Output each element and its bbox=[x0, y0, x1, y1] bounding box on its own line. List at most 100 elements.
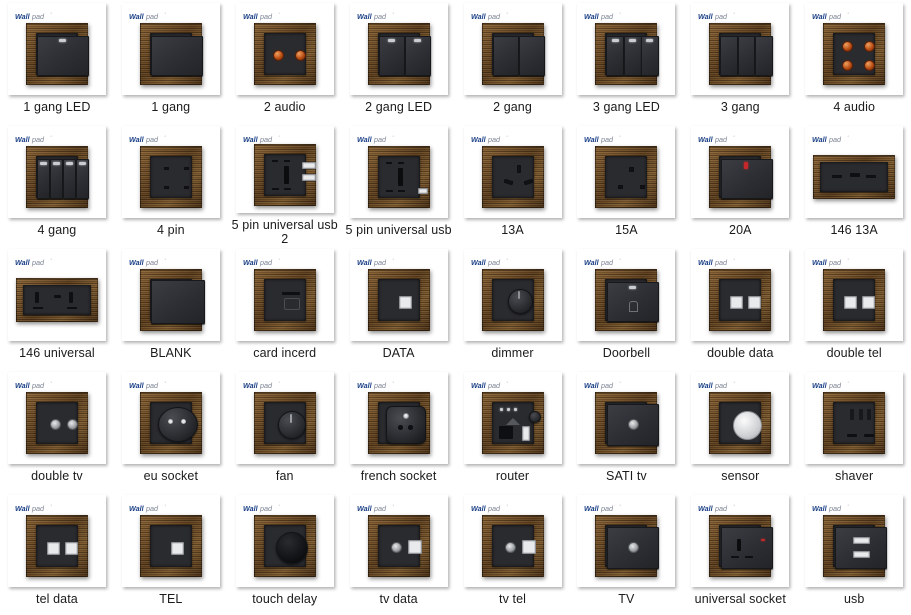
rj-jack[interactable] bbox=[748, 296, 762, 309]
product-cell[interactable]: Wall pad ° 2 audio bbox=[228, 0, 342, 123]
speaker-binding-post[interactable] bbox=[294, 50, 306, 61]
rocker-switch[interactable] bbox=[737, 36, 756, 76]
rj-jack[interactable] bbox=[862, 296, 876, 309]
product-thumbnail-card[interactable]: Wall pad ° bbox=[349, 372, 448, 464]
product-cell[interactable]: Wall pad ° card incerd bbox=[228, 246, 342, 369]
product-cell[interactable]: Wall pad ° DATA bbox=[342, 246, 456, 369]
product-cell[interactable]: Wall pad ° 5 pin universal usb 2 bbox=[228, 123, 342, 246]
rj-jack[interactable] bbox=[844, 296, 858, 309]
rocker-switch[interactable] bbox=[606, 36, 625, 76]
rocker-switch[interactable] bbox=[623, 36, 642, 76]
product-thumbnail-card[interactable]: Wall pad ° bbox=[349, 249, 448, 341]
rocker-switch[interactable] bbox=[36, 159, 51, 199]
speaker-binding-post[interactable] bbox=[842, 41, 854, 52]
rocker-switch[interactable] bbox=[492, 36, 519, 76]
product-thumbnail-card[interactable]: Wall pad ° bbox=[805, 495, 904, 587]
product-thumbnail-card[interactable]: Wall pad ° bbox=[463, 126, 562, 218]
product-cell[interactable]: Wall pad ° 1 gang bbox=[114, 0, 228, 123]
product-thumbnail-card[interactable]: Wall pad ° bbox=[805, 126, 904, 218]
product-cell[interactable]: Wall pad ° 3 gang LED bbox=[569, 0, 683, 123]
product-cell[interactable]: Wall pad ° SATI tv bbox=[569, 369, 683, 492]
product-cell[interactable]: Wall pad ° fan bbox=[228, 369, 342, 492]
product-thumbnail-card[interactable]: Wall pad ° bbox=[691, 372, 790, 464]
product-cell[interactable]: Wall pad ° TV bbox=[569, 492, 683, 615]
product-thumbnail-card[interactable]: Wall pad ° bbox=[691, 3, 790, 95]
speaker-binding-post[interactable] bbox=[272, 50, 284, 61]
rocker-switch[interactable] bbox=[150, 36, 204, 76]
rj-jack[interactable] bbox=[170, 542, 184, 555]
product-cell[interactable]: Wall pad ° 4 pin bbox=[114, 123, 228, 246]
product-thumbnail-card[interactable]: Wall pad ° bbox=[577, 3, 676, 95]
speaker-binding-post[interactable] bbox=[842, 60, 854, 71]
product-thumbnail-card[interactable]: Wall pad ° bbox=[7, 372, 106, 464]
product-thumbnail-card[interactable]: Wall pad ° bbox=[121, 495, 220, 587]
product-thumbnail-card[interactable]: Wall pad ° bbox=[463, 249, 562, 341]
product-thumbnail-card[interactable]: Wall pad ° bbox=[463, 372, 562, 464]
product-cell[interactable]: Wall pad ° 15A bbox=[569, 123, 683, 246]
product-cell[interactable]: Wall pad ° 5 pin universal usb bbox=[342, 123, 456, 246]
product-thumbnail-card[interactable]: Wall pad ° bbox=[577, 126, 676, 218]
product-thumbnail-card[interactable]: Wall pad ° bbox=[235, 372, 334, 464]
product-cell[interactable]: Wall pad ° 20A bbox=[683, 123, 797, 246]
product-cell[interactable]: Wall pad ° tv data bbox=[342, 492, 456, 615]
product-cell[interactable]: Wall pad ° 4 gang bbox=[0, 123, 114, 246]
rocker-switch[interactable] bbox=[720, 36, 739, 76]
product-cell[interactable]: Wall pad ° double data bbox=[683, 246, 797, 369]
rocker-switch[interactable] bbox=[404, 36, 432, 76]
product-cell[interactable]: Wall pad ° touch delay bbox=[228, 492, 342, 615]
product-cell[interactable]: Wall pad ° universal socket bbox=[683, 492, 797, 615]
product-thumbnail-card[interactable]: Wall pad ° bbox=[805, 372, 904, 464]
product-cell[interactable]: Wall pad ° sensor bbox=[683, 369, 797, 492]
product-thumbnail-card[interactable]: Wall pad ° bbox=[7, 495, 106, 587]
product-cell[interactable]: Wall pad ° shaver bbox=[797, 369, 911, 492]
product-cell[interactable]: Wall pad ° usb bbox=[797, 492, 911, 615]
product-cell[interactable]: Wall pad ° eu socket bbox=[114, 369, 228, 492]
product-thumbnail-card[interactable]: Wall pad ° bbox=[7, 249, 106, 341]
product-thumbnail-card[interactable]: Wall pad ° bbox=[235, 126, 334, 213]
rocker-switch[interactable] bbox=[62, 159, 77, 199]
product-thumbnail-card[interactable]: Wall pad ° bbox=[349, 126, 448, 218]
product-thumbnail-card[interactable]: Wall pad ° bbox=[349, 3, 448, 95]
speaker-binding-post[interactable] bbox=[864, 60, 876, 71]
product-thumbnail-card[interactable]: Wall pad ° bbox=[235, 495, 334, 587]
product-cell[interactable]: Wall pad ° 146 13A bbox=[797, 123, 911, 246]
product-thumbnail-card[interactable]: Wall pad ° bbox=[235, 249, 334, 341]
rj-jack[interactable] bbox=[730, 296, 744, 309]
rj-jack[interactable] bbox=[398, 296, 412, 309]
product-thumbnail-card[interactable]: Wall pad ° bbox=[121, 249, 220, 341]
product-thumbnail-card[interactable]: Wall pad ° bbox=[691, 249, 790, 341]
product-cell[interactable]: Wall pad ° 146 universal bbox=[0, 246, 114, 369]
product-cell[interactable]: Wall pad ° BLANK bbox=[114, 246, 228, 369]
product-thumbnail-card[interactable]: Wall pad ° bbox=[121, 3, 220, 95]
product-thumbnail-card[interactable]: Wall pad ° bbox=[463, 495, 562, 587]
product-thumbnail-card[interactable]: Wall pad ° bbox=[7, 3, 106, 95]
product-cell[interactable]: Wall pad ° 2 gang LED bbox=[342, 0, 456, 123]
product-cell[interactable]: Wall pad ° 13A bbox=[456, 123, 570, 246]
product-cell[interactable]: Wall pad ° 4 audio bbox=[797, 0, 911, 123]
product-thumbnail-card[interactable]: Wall pad ° bbox=[805, 249, 904, 341]
product-cell[interactable]: Wall pad ° 2 gang bbox=[456, 0, 570, 123]
product-thumbnail-card[interactable]: Wall pad ° bbox=[121, 126, 220, 218]
product-cell[interactable]: Wall pad ° french socket bbox=[342, 369, 456, 492]
product-cell[interactable]: Wall pad ° Doorbell bbox=[569, 246, 683, 369]
product-thumbnail-card[interactable]: Wall pad ° bbox=[577, 495, 676, 587]
product-cell[interactable]: Wall pad ° 1 gang LED bbox=[0, 0, 114, 123]
rocker-switch[interactable] bbox=[49, 159, 64, 199]
rocker-switch[interactable] bbox=[378, 36, 406, 76]
product-cell[interactable]: Wall pad ° double tv bbox=[0, 369, 114, 492]
product-thumbnail-card[interactable]: Wall pad ° bbox=[121, 372, 220, 464]
product-cell[interactable]: Wall pad ° tv tel bbox=[456, 492, 570, 615]
product-thumbnail-card[interactable]: Wall pad ° bbox=[7, 126, 106, 218]
product-cell[interactable]: Wall pad ° dimmer bbox=[456, 246, 570, 369]
product-cell[interactable]: Wall pad ° TEL bbox=[114, 492, 228, 615]
product-cell[interactable]: Wall pad ° double tel bbox=[797, 246, 911, 369]
product-thumbnail-card[interactable]: Wall pad ° bbox=[577, 372, 676, 464]
rocker-switch[interactable] bbox=[641, 36, 659, 76]
product-thumbnail-card[interactable]: Wall pad ° bbox=[349, 495, 448, 587]
product-cell[interactable]: Wall pad ° 3 gang bbox=[683, 0, 797, 123]
rocker-switch[interactable] bbox=[75, 159, 90, 199]
product-thumbnail-card[interactable]: Wall pad ° bbox=[577, 249, 676, 341]
rocker-switch[interactable] bbox=[36, 36, 90, 76]
product-cell[interactable]: Wall pad ° tel data bbox=[0, 492, 114, 615]
product-cell[interactable]: Wall pad ° router bbox=[456, 369, 570, 492]
